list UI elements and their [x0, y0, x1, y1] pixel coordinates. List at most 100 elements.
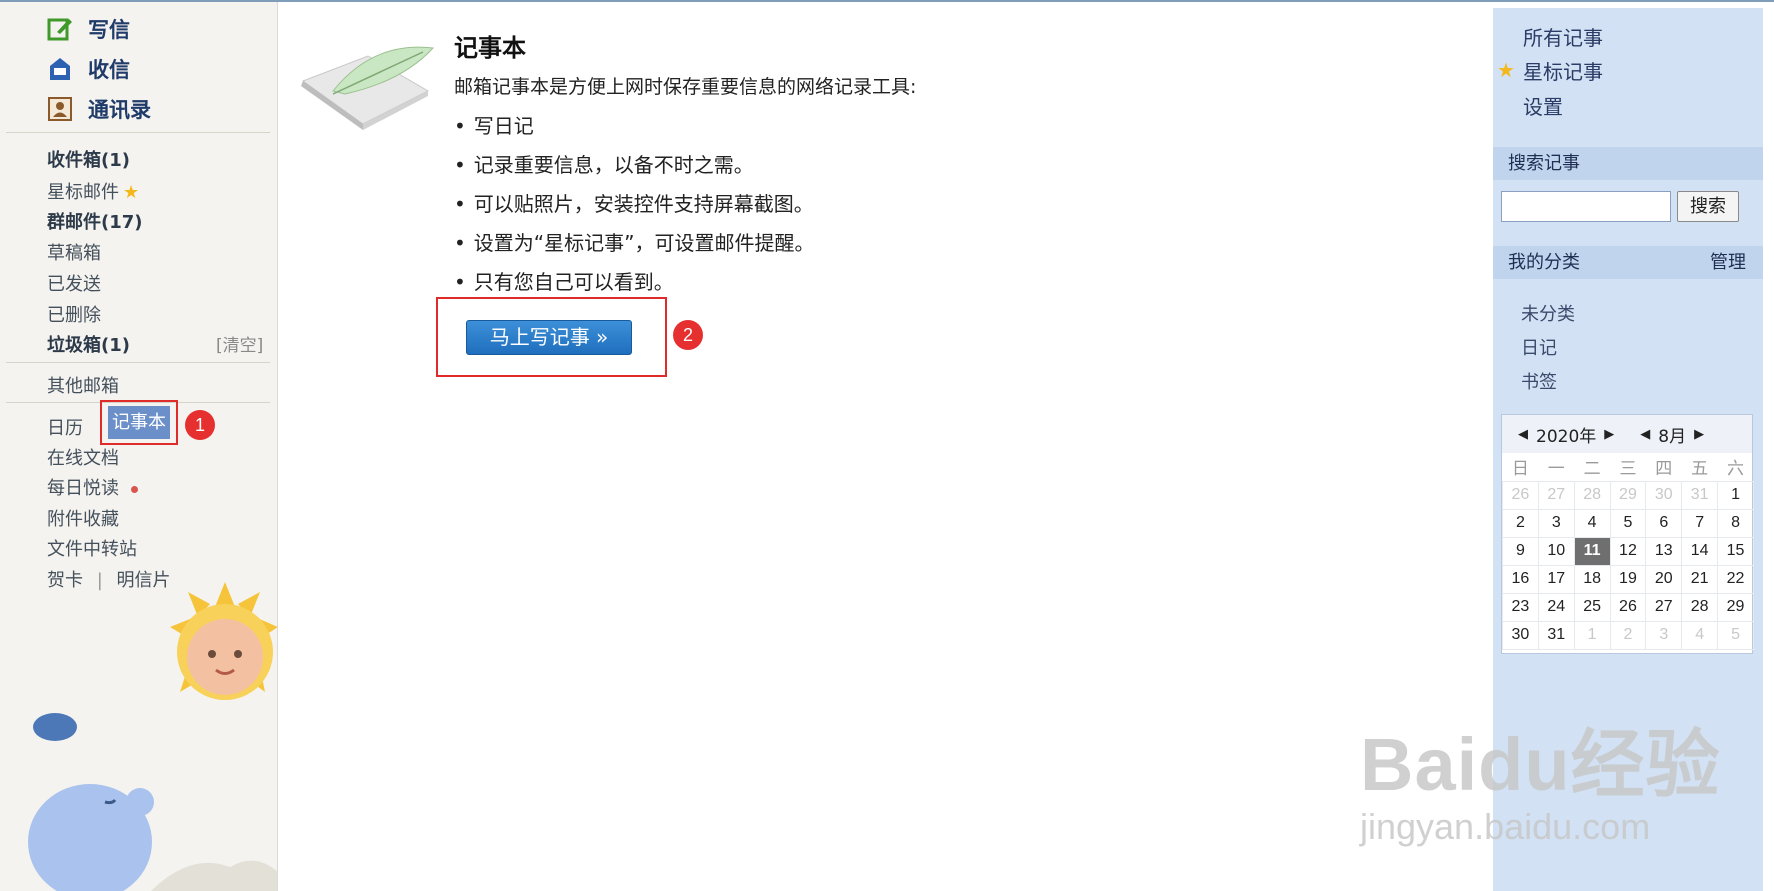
unread-dot-icon [131, 485, 138, 493]
manage-link[interactable]: 管理 [1710, 246, 1746, 279]
inbox-link[interactable]: 收信 [46, 54, 130, 84]
calendar-day[interactable]: 24 [1537, 592, 1575, 622]
compose-link[interactable]: 写信 [46, 14, 130, 44]
calendar-day[interactable]: 3 [1537, 508, 1575, 538]
calendar-day[interactable]: 15 [1717, 536, 1754, 566]
calendar-day[interactable]: 6 [1645, 508, 1683, 538]
next-year-icon[interactable]: ▶ [1604, 427, 1614, 442]
intro-text: 邮箱记事本是方便上网时保存重要信息的网络记录工具: [454, 76, 917, 98]
calendar-day[interactable]: 20 [1645, 564, 1683, 594]
app-daily-read-label: 每日悦读 [47, 478, 119, 499]
calendar-day[interactable]: 12 [1609, 536, 1647, 566]
app-file-transfer[interactable]: 文件中转站 [47, 535, 137, 561]
category-diary[interactable]: 日记 [1521, 334, 1557, 360]
weekday-header: 三 [1619, 459, 1637, 480]
calendar-day[interactable]: 27 [1537, 480, 1575, 510]
calendar-day[interactable]: 23 [1502, 592, 1539, 622]
calendar-day[interactable]: 8 [1717, 508, 1754, 538]
divider [6, 362, 270, 363]
calendar-day[interactable]: 21 [1681, 564, 1719, 594]
calendar-day[interactable]: 26 [1502, 480, 1539, 510]
calendar-day[interactable]: 17 [1537, 564, 1575, 594]
folder-drafts[interactable]: 草稿箱 [47, 239, 101, 265]
calendar-day[interactable]: 29 [1609, 480, 1647, 510]
calendar-day[interactable]: 7 [1681, 508, 1719, 538]
calendar-day[interactable]: 27 [1645, 592, 1683, 622]
calendar-day[interactable]: 11 [1573, 536, 1611, 566]
calendar-day[interactable]: 22 [1717, 564, 1754, 594]
category-bookmarks[interactable]: 书签 [1521, 368, 1557, 394]
calendar-week: 9 10 11 12 13 14 15 [1502, 536, 1754, 566]
calendar-day[interactable]: 5 [1717, 620, 1754, 650]
next-month-icon[interactable]: ▶ [1694, 427, 1704, 442]
folder-spam[interactable]: 垃圾箱(1) [47, 331, 130, 357]
folder-deleted[interactable]: 已删除 [47, 301, 101, 327]
folder-inbox[interactable]: 收件箱(1) [47, 146, 130, 172]
calendar-day[interactable]: 31 [1537, 620, 1575, 650]
notebook-feather-icon [301, 46, 435, 130]
app-notebook[interactable]: 记事本 [108, 406, 170, 439]
folder-group[interactable]: 群邮件(17) [47, 208, 143, 234]
weekday-header: 六 [1727, 459, 1745, 480]
calendar-day[interactable]: 29 [1717, 592, 1754, 622]
calendar-week: 26 27 28 29 30 31 1 [1502, 480, 1754, 510]
contacts-link[interactable]: 通讯录 [46, 94, 151, 124]
calendar-day[interactable]: 30 [1502, 620, 1539, 650]
spam-clear-link[interactable]: [清空] [216, 331, 263, 356]
calendar-day[interactable]: 28 [1681, 592, 1719, 622]
link-settings[interactable]: 设置 [1523, 91, 1563, 120]
folder-other[interactable]: 其他邮箱 [47, 372, 119, 398]
calendar-day[interactable]: 3 [1645, 620, 1683, 650]
compose-icon [46, 15, 74, 43]
calendar-day[interactable]: 1 [1717, 480, 1754, 510]
folder-sent[interactable]: 已发送 [47, 270, 101, 296]
weekday-header: 一 [1547, 459, 1565, 480]
calendar-day[interactable]: 19 [1609, 564, 1647, 594]
link-starred-notes[interactable]: 星标记事 [1523, 56, 1603, 85]
calendar-day[interactable]: 9 [1502, 536, 1539, 566]
folder-starred[interactable]: 星标邮件 ★ [47, 178, 139, 204]
calendar-day[interactable]: 4 [1681, 620, 1719, 650]
category-header-label: 我的分类 [1508, 252, 1580, 273]
search-button[interactable]: 搜索 [1677, 191, 1739, 222]
category-uncategorized[interactable]: 未分类 [1521, 300, 1575, 326]
write-note-button[interactable]: 马上写记事 » [466, 320, 632, 355]
calendar-day[interactable]: 16 [1502, 564, 1539, 594]
weekday-header: 五 [1691, 459, 1709, 480]
calendar-day[interactable]: 31 [1681, 480, 1719, 510]
watermark-main: Baidu经验 [1360, 723, 1721, 806]
calendar-day[interactable]: 28 [1573, 480, 1611, 510]
calendar-day[interactable]: 2 [1502, 508, 1539, 538]
prev-month-icon[interactable]: ◀ [1640, 427, 1650, 442]
app-online-docs[interactable]: 在线文档 [47, 444, 119, 470]
prev-year-icon[interactable]: ◀ [1518, 427, 1528, 442]
calendar-day[interactable]: 2 [1609, 620, 1647, 650]
left-sidebar: 写信 收信 通讯录 收件箱(1) 星标邮件 ★ 群邮件(17) 草稿箱 已发送 已… [0, 2, 278, 891]
calendar-day[interactable]: 26 [1609, 592, 1647, 622]
app-greeting-card[interactable]: 贺卡 [47, 570, 83, 591]
compose-label: 写信 [88, 18, 130, 42]
calendar-day[interactable]: 1 [1573, 620, 1611, 650]
app-attachments[interactable]: 附件收藏 [47, 505, 119, 531]
baidu-watermark: Baidu经验 jingyan.baidu.com [1360, 705, 1721, 848]
calendar-day[interactable]: 30 [1645, 480, 1683, 510]
app-calendar[interactable]: 日历 [47, 414, 83, 440]
star-icon: ★ [1497, 58, 1515, 82]
app-daily-read[interactable]: 每日悦读 [47, 474, 138, 500]
calendar-day[interactable]: 5 [1609, 508, 1647, 538]
calendar-day[interactable]: 14 [1681, 536, 1719, 566]
link-divider: | [96, 570, 103, 591]
search-input[interactable] [1501, 191, 1671, 222]
watermark-sub: jingyan.baidu.com [1360, 806, 1651, 847]
calendar-day[interactable]: 13 [1645, 536, 1683, 566]
calendar-day[interactable]: 25 [1573, 592, 1611, 622]
calendar-day[interactable]: 18 [1573, 564, 1611, 594]
blue-character-illustration [28, 713, 277, 891]
inbox-label: 收信 [88, 58, 130, 82]
calendar-day[interactable]: 4 [1573, 508, 1611, 538]
write-button-highlight: 马上写记事 » [436, 297, 667, 377]
calendar-year: 2020年 [1536, 426, 1597, 447]
calendar-day[interactable]: 10 [1537, 536, 1575, 566]
link-all-notes[interactable]: 所有记事 [1523, 22, 1603, 51]
weekday-header: 二 [1583, 459, 1601, 480]
